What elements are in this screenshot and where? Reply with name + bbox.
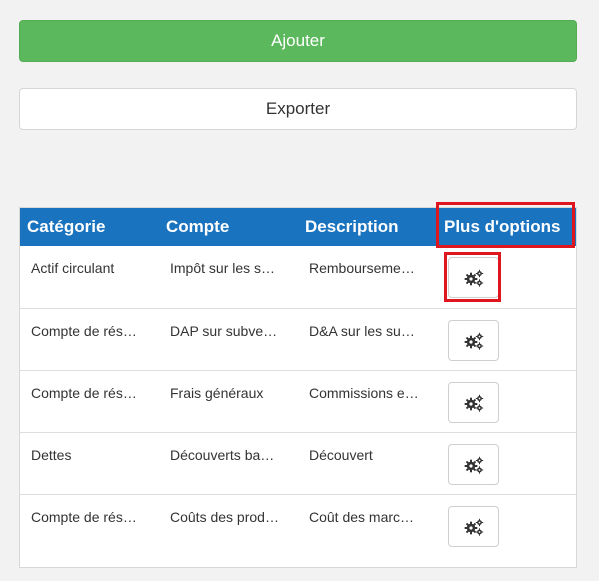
cell-compte: Impôt sur les s… xyxy=(170,260,276,276)
row-options-button[interactable] xyxy=(448,382,499,423)
row-options-button[interactable] xyxy=(448,320,499,361)
add-button[interactable]: Ajouter xyxy=(19,20,577,62)
table-header: Catégorie Compte Description Plus d'opti… xyxy=(20,208,576,246)
gears-icon xyxy=(464,332,483,350)
table-row: Actif circulant Impôt sur les s… Rembour… xyxy=(20,246,576,308)
export-button[interactable]: Exporter xyxy=(19,88,577,130)
row-options-button[interactable] xyxy=(448,444,499,485)
cell-categorie: Actif circulant xyxy=(31,260,115,276)
cell-compte: DAP sur subve… xyxy=(170,323,278,339)
accounts-table: Catégorie Compte Description Plus d'opti… xyxy=(19,207,577,568)
cell-categorie: Compte de rés… xyxy=(31,323,137,339)
header-plus-options: Plus d'options xyxy=(444,217,561,236)
header-compte[interactable]: Compte xyxy=(166,208,229,246)
page: Ajouter Exporter Catégorie Compte Descri… xyxy=(0,0,599,581)
cell-description: Découvert xyxy=(309,447,373,463)
gears-icon xyxy=(464,394,483,412)
header-description[interactable]: Description xyxy=(305,208,399,246)
cell-description: D&A sur les su… xyxy=(309,323,415,339)
cell-description: Commissions e… xyxy=(309,385,419,401)
table-row: Compte de rés… DAP sur subve… D&A sur le… xyxy=(20,308,576,370)
cell-categorie: Compte de rés… xyxy=(31,509,137,525)
gears-icon xyxy=(464,518,483,536)
cell-compte: Coûts des prod… xyxy=(170,509,279,525)
gears-icon xyxy=(464,269,483,287)
table-row: Compte de rés… Coûts des prod… Coût des … xyxy=(20,494,576,556)
header-categorie[interactable]: Catégorie xyxy=(27,208,105,246)
cell-compte: Découverts ba… xyxy=(170,447,275,463)
cell-categorie: Dettes xyxy=(31,447,72,463)
cell-categorie: Compte de rés… xyxy=(31,385,137,401)
gears-icon xyxy=(464,456,483,474)
cell-description: Rembourseme… xyxy=(309,260,415,276)
cell-description: Coût des marc… xyxy=(309,509,415,525)
table-row: Compte de rés… Frais généraux Commission… xyxy=(20,370,576,432)
row-options-button[interactable] xyxy=(448,506,499,547)
table-row: Dettes Découverts ba… Découvert xyxy=(20,432,576,494)
cell-compte: Frais généraux xyxy=(170,385,264,401)
row-options-button[interactable] xyxy=(448,257,499,298)
